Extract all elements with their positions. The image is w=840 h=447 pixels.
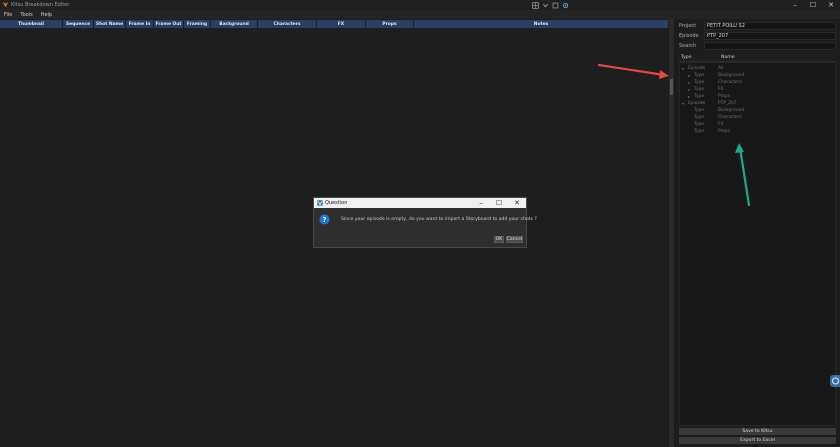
ok-button[interactable]: OK [494, 236, 504, 243]
side-widget-icon [832, 377, 839, 385]
asset-sidebar: Project PETIT POILU S2 Episode PTP_207 S… [676, 19, 840, 447]
tree-item-name: FX [718, 121, 724, 127]
project-row: Project PETIT POILU S2 [679, 21, 836, 30]
tree-item-type: Type [694, 114, 705, 120]
dialog-close-icon[interactable]: ✕ [508, 198, 526, 208]
column-fx[interactable]: FX [317, 20, 366, 28]
asset-tree: ▾ Episode All ▸ Type Background ▸ Type C… [679, 62, 836, 426]
grid-tool-icon[interactable] [532, 1, 539, 9]
column-characters[interactable]: Characters [258, 20, 317, 28]
tree-item[interactable]: Type FX [688, 121, 724, 127]
question-dialog: Question – ☐ ✕ ? Since your episode is e… [313, 197, 537, 248]
tree-item[interactable]: Type Props [688, 128, 730, 134]
tree-item[interactable]: ▸ Type Props [688, 93, 730, 99]
window-title: Kitsu Breakdown Editor [11, 1, 70, 8]
column-thumbnail[interactable]: Thumbnail [0, 20, 63, 28]
tree-item-type: Episode [688, 65, 706, 71]
search-row: Search [679, 41, 836, 50]
dialog-controls: – ☐ ✕ [472, 198, 526, 208]
tree-item-type: Type [694, 128, 705, 134]
tree-item-name: PTP_207 [718, 100, 737, 106]
question-icon: ? [319, 214, 330, 225]
export-to-excel-button[interactable]: Export to Excel [679, 437, 836, 444]
chevron-tool-icon[interactable] [542, 2, 549, 9]
tree-item-type: Type [694, 93, 705, 99]
vertical-scrollbar[interactable] [669, 19, 674, 447]
menu-tools[interactable]: Tools [20, 12, 32, 18]
tree-item-name: Background [718, 72, 745, 78]
kitsu-logo-icon [2, 1, 9, 8]
tree-item[interactable]: ▾ Episode All [682, 65, 723, 71]
scrollbar-thumb[interactable] [670, 79, 673, 95]
close-icon[interactable]: ✕ [822, 0, 840, 10]
tree-item[interactable]: ▸ Type Characters [688, 79, 742, 85]
window-controls: – ☐ ✕ [786, 0, 840, 10]
tree-item-type: Type [694, 79, 705, 85]
menu-bar: File Tools Help [0, 10, 840, 19]
column-props[interactable]: Props [366, 20, 414, 28]
column-background[interactable]: Background [211, 20, 258, 28]
minimize-icon[interactable]: – [786, 0, 804, 10]
tree-item-type: Type [694, 107, 705, 113]
column-shot-name[interactable]: Shot Name [94, 20, 126, 28]
tree-item[interactable]: Type Background [688, 107, 744, 113]
dialog-app-icon [317, 200, 323, 206]
tree-item[interactable]: Type Characters [688, 114, 742, 120]
tree-item-name: Characters [718, 114, 742, 120]
project-label: Project [679, 22, 697, 29]
search-label: Search [679, 42, 697, 49]
project-select[interactable]: PETIT POILU S2 [704, 21, 836, 30]
column-sequence[interactable]: Sequence [63, 20, 94, 28]
menu-help[interactable]: Help [41, 12, 52, 18]
dialog-title: Question [325, 200, 348, 206]
menu-file[interactable]: File [4, 12, 12, 18]
episode-select[interactable]: PTP_207 [704, 31, 836, 40]
tree-item[interactable]: ▸ Type FX [688, 86, 724, 92]
tree-item-type: Episode [688, 100, 706, 106]
tree-item-name: Background [718, 107, 745, 113]
tree-item-name: All [718, 65, 724, 71]
column-frame-in[interactable]: Frame In [126, 20, 154, 28]
tree-item-name: Characters [718, 79, 742, 85]
tree-item-type: Type [694, 72, 705, 78]
dialog-minimize-icon[interactable]: – [472, 198, 490, 208]
dialog-title-bar: Question – ☐ ✕ [314, 198, 526, 208]
search-input[interactable] [704, 41, 836, 50]
title-bar: Kitsu Breakdown Editor – ☐ ✕ [0, 0, 840, 10]
table-header: Thumbnail Sequence Shot Name Frame In Fr… [0, 20, 669, 28]
episode-label: Episode [679, 32, 699, 39]
column-framing[interactable]: Framing [184, 20, 211, 28]
tree-item-type: Type [694, 86, 705, 92]
record-icon[interactable] [562, 2, 569, 9]
tree-column-name[interactable]: Name [721, 55, 735, 60]
dialog-message: Since your episode is empty, do you want… [341, 217, 537, 222]
cancel-button[interactable]: Cancel [506, 236, 523, 243]
tree-column-type[interactable]: Type [679, 55, 721, 60]
column-frame-out[interactable]: Frame Out [154, 20, 184, 28]
tree-item-type: Type [694, 121, 705, 127]
floating-side-widget[interactable] [830, 375, 840, 387]
maximize-icon[interactable]: ☐ [804, 0, 822, 10]
episode-row: Episode PTP_207 [679, 31, 836, 40]
tree-item[interactable]: ▸ Type Background [688, 72, 744, 78]
tree-item-name: Props [718, 93, 731, 99]
save-to-kitsu-button[interactable]: Save to Kitsu [679, 428, 836, 435]
tree-item-name: Props [718, 128, 731, 134]
tree-item[interactable]: ▾ Episode PTP_207 [682, 100, 737, 106]
tree-item-name: FX [718, 86, 724, 92]
tree-header: Type Name [679, 54, 836, 62]
title-toolbar [532, 1, 569, 9]
color-picker-icon[interactable] [552, 2, 559, 9]
dialog-maximize-icon[interactable]: ☐ [490, 198, 508, 208]
svg-text:?: ? [323, 216, 327, 224]
column-notes[interactable]: Notes [414, 20, 669, 28]
